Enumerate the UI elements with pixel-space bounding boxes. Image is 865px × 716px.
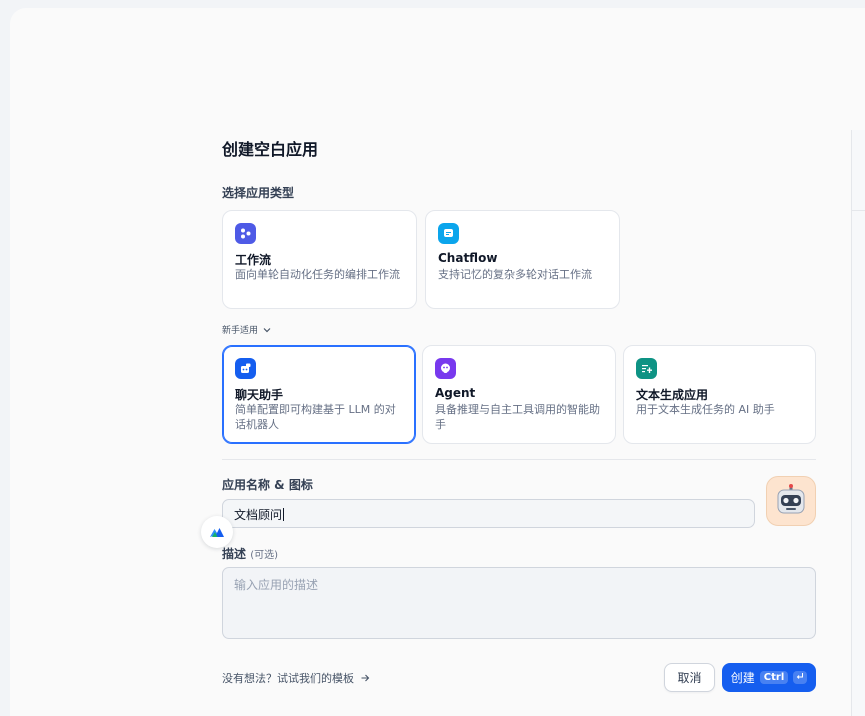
app-type-card-workflow[interactable]: 工作流 面向单轮自动化任务的编排工作流 [222,210,417,309]
chevron-down-icon [263,327,271,332]
beginner-toggle[interactable]: 新手适用 [222,323,272,336]
dialog-title: 创建空白应用 [222,140,319,159]
card-title: 工作流 [235,253,272,267]
create-button-label: 创建 [730,671,755,685]
robot-emoji-icon [777,484,805,514]
app-type-card-agent[interactable]: Agent 具备推理与自主工具调用的智能助手 [422,345,616,444]
card-desc: 用于文本生成任务的 AI 助手 [636,403,775,416]
text-generator-icon [636,358,657,379]
card-desc: 面向单轮自动化任务的编排工作流 [235,268,400,281]
app-type-card-chatflow[interactable]: Chatflow 支持记忆的复杂多轮对话工作流 [425,210,620,309]
card-desc: 简单配置即可构建基于 LLM 的对话机器人 [235,403,396,431]
template-link-text: 没有想法？试试我们的模板 [222,672,354,685]
card-desc: 具备推理与自主工具调用的智能助手 [435,403,600,431]
ctrl-key-badge: Ctrl [759,671,789,684]
description-textarea[interactable]: 输入应用的描述 [222,567,816,639]
workflow-icon [235,223,256,244]
card-title: 聊天助手 [235,388,284,402]
description-label-text: 描述 [222,547,247,561]
beginner-label: 新手适用 [222,326,259,336]
assistant-float-button[interactable] [201,516,233,548]
chat-assistant-icon [235,358,256,379]
app-name-label: 应用名称 & 图标 [222,478,313,492]
text-caret [283,508,285,521]
optional-hint: (可选) [250,550,279,561]
logo-icon [210,528,224,537]
agent-icon [435,358,456,379]
chatflow-icon [438,223,459,244]
arrow-right-icon [361,674,370,682]
app-type-card-chat-assistant[interactable]: 聊天助手 简单配置即可构建基于 LLM 的对话机器人 [222,345,416,444]
background-panel-edge [851,130,865,716]
enter-key-icon [793,671,808,684]
app-name-value: 文档顾问 [234,508,283,522]
divider [222,459,816,460]
app-icon-picker[interactable] [766,476,816,526]
create-button[interactable]: 创建 Ctrl [722,663,816,692]
description-label: 描述 (可选) [222,545,278,562]
cancel-button[interactable]: 取消 [664,663,715,692]
card-title: 文本生成应用 [636,388,709,402]
app-type-card-text-generator[interactable]: 文本生成应用 用于文本生成任务的 AI 助手 [623,345,816,444]
app-type-label: 选择应用类型 [222,186,295,200]
try-template-link[interactable]: 没有想法？试试我们的模板 [222,670,370,686]
app-name-input[interactable]: 文档顾问 [222,499,755,528]
card-desc: 支持记忆的复杂多轮对话工作流 [438,268,592,281]
description-placeholder: 输入应用的描述 [234,578,319,592]
card-title: Agent [435,386,476,400]
card-title: Chatflow [438,251,498,265]
